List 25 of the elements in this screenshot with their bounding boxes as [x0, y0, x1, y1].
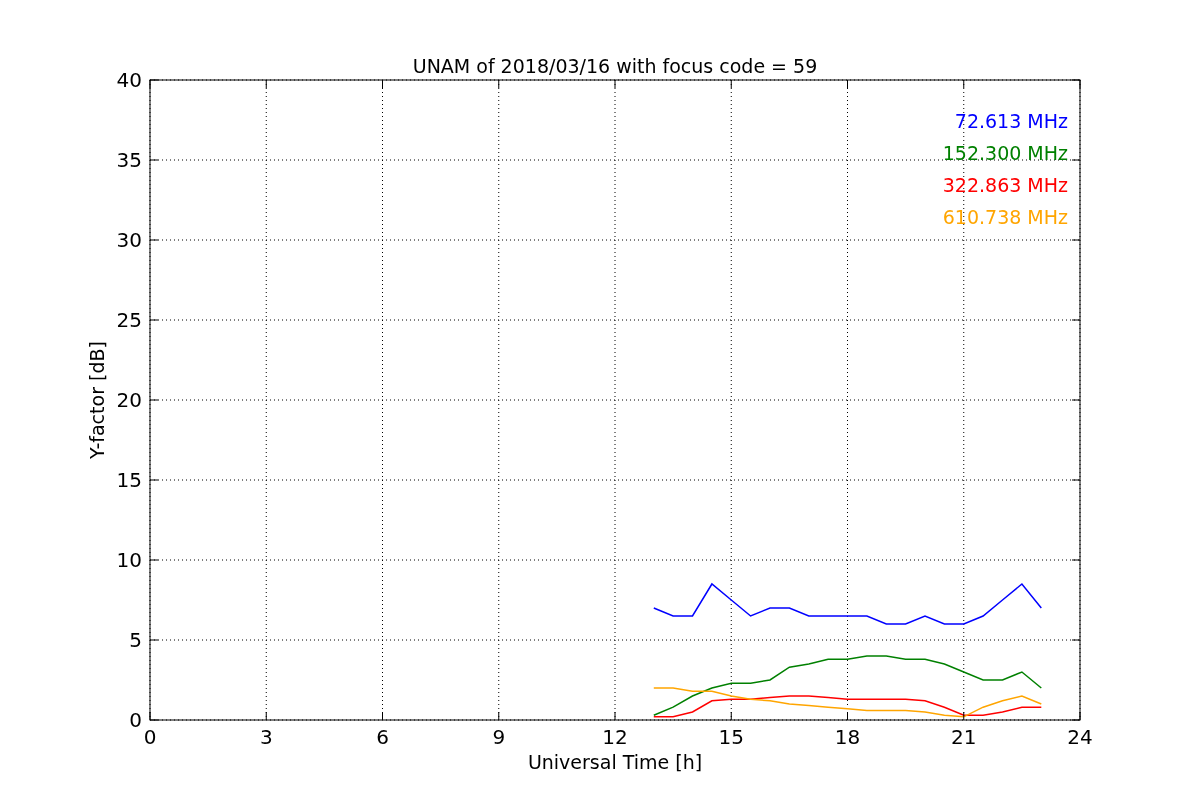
tick-label: 35 — [116, 148, 142, 172]
tick-label: 18 — [834, 725, 861, 749]
tick-label: 40 — [116, 68, 142, 92]
legend-label: 610.738 MHz — [942, 206, 1068, 228]
tick-label: 9 — [492, 725, 506, 749]
tick-label: 12 — [602, 725, 628, 749]
legend-label: 72.613 MHz — [954, 110, 1068, 132]
tick-label: 15 — [718, 725, 744, 749]
tick-label: 5 — [129, 628, 142, 652]
y-axis-label: Y-factor [dB] — [86, 341, 108, 459]
tick-label: 3 — [259, 725, 273, 749]
tick-label: 0 — [129, 708, 142, 732]
legend-label: 152.300 MHz — [942, 142, 1068, 164]
tick-label: 20 — [116, 388, 142, 412]
tick-label: 30 — [116, 228, 142, 252]
tick-label: 24 — [1067, 725, 1093, 749]
tick-label: 15 — [116, 468, 142, 492]
chart-title: UNAM of 2018/03/16 with focus code = 59 — [412, 55, 818, 77]
tick-label: 10 — [116, 548, 142, 572]
tick-label: 6 — [376, 725, 389, 749]
tick-label: 21 — [951, 725, 977, 749]
x-axis-label: Universal Time [h] — [527, 751, 703, 773]
legend-label: 322.863 MHz — [942, 174, 1068, 196]
tick-label: 0 — [143, 725, 157, 749]
tick-label: 25 — [116, 308, 142, 332]
